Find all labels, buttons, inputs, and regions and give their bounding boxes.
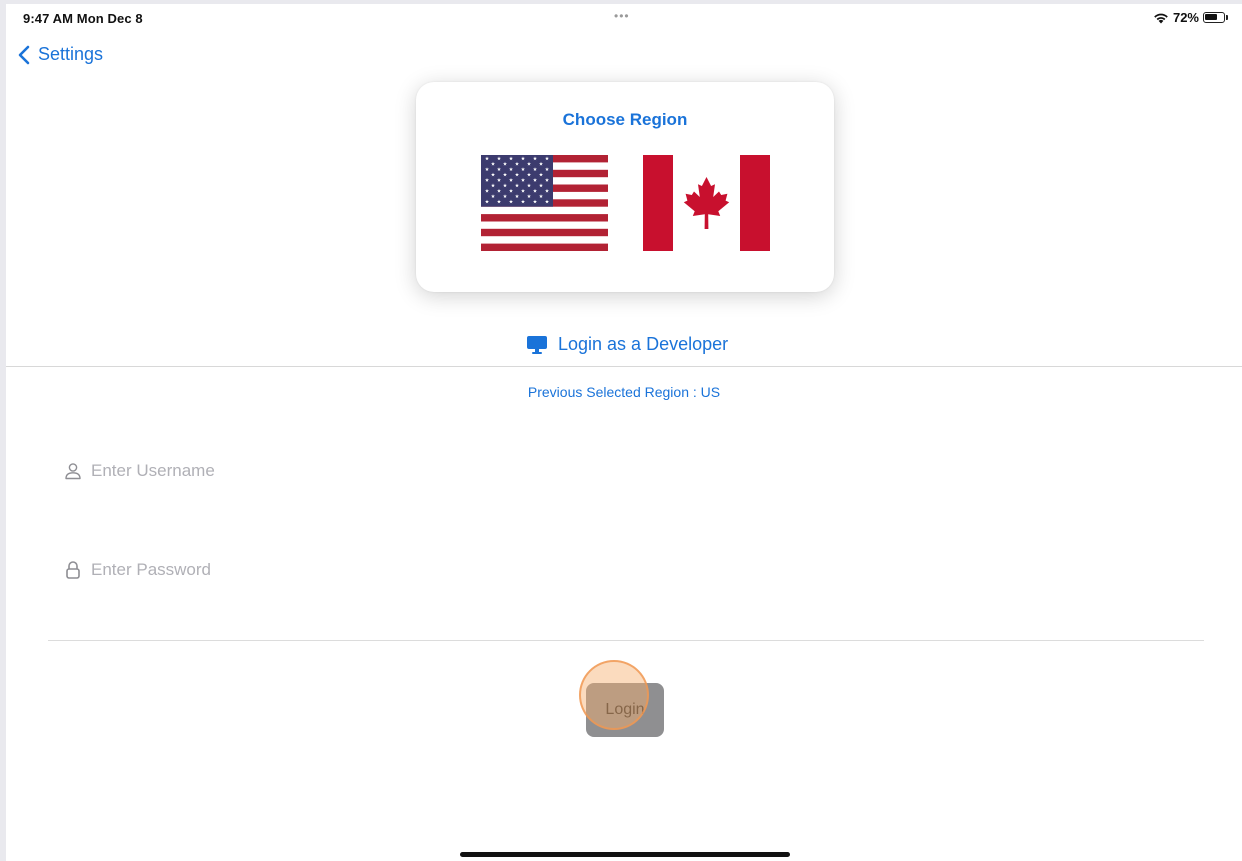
lock-icon — [66, 561, 80, 579]
password-input[interactable] — [91, 560, 1091, 580]
choose-region-card: Choose Region — [416, 82, 834, 292]
app-screen: 9:47 AM Mon Dec 8 ••• 72% Settings Choos… — [6, 4, 1242, 861]
battery-fill — [1205, 14, 1217, 20]
multitasking-dots-icon[interactable]: ••• — [614, 9, 630, 23]
previous-selected-region: Previous Selected Region : US — [527, 384, 721, 400]
monitor-icon — [527, 335, 547, 354]
battery-icon — [1203, 12, 1225, 23]
status-right: 72% — [1153, 10, 1228, 25]
wifi-icon — [1154, 13, 1168, 23]
login-as-developer-label: Login as a Developer — [558, 334, 729, 354]
status-bar: 9:47 AM Mon Dec 8 ••• 72% — [6, 4, 1242, 28]
chevron-left-icon — [18, 45, 30, 64]
home-indicator[interactable] — [460, 852, 790, 857]
us-flag-icon[interactable] — [481, 155, 608, 251]
password-field[interactable] — [64, 556, 1204, 584]
divider — [6, 366, 1242, 367]
battery-percent: 72% — [1172, 10, 1199, 25]
back-button-label: Settings — [38, 44, 104, 64]
choose-region-title: Choose Region — [562, 110, 688, 129]
person-icon — [65, 463, 81, 480]
divider — [48, 640, 1204, 641]
status-time: 9:47 AM Mon Dec 8 — [23, 11, 143, 26]
username-field[interactable] — [64, 457, 1204, 485]
canada-flag-icon[interactable] — [643, 155, 770, 251]
login-as-developer-button[interactable]: Login as a Developer — [526, 334, 728, 355]
username-input[interactable] — [91, 461, 1091, 481]
login-button[interactable]: Login — [586, 683, 664, 737]
back-button[interactable]: Settings — [18, 44, 103, 65]
battery-tip — [1226, 15, 1228, 20]
